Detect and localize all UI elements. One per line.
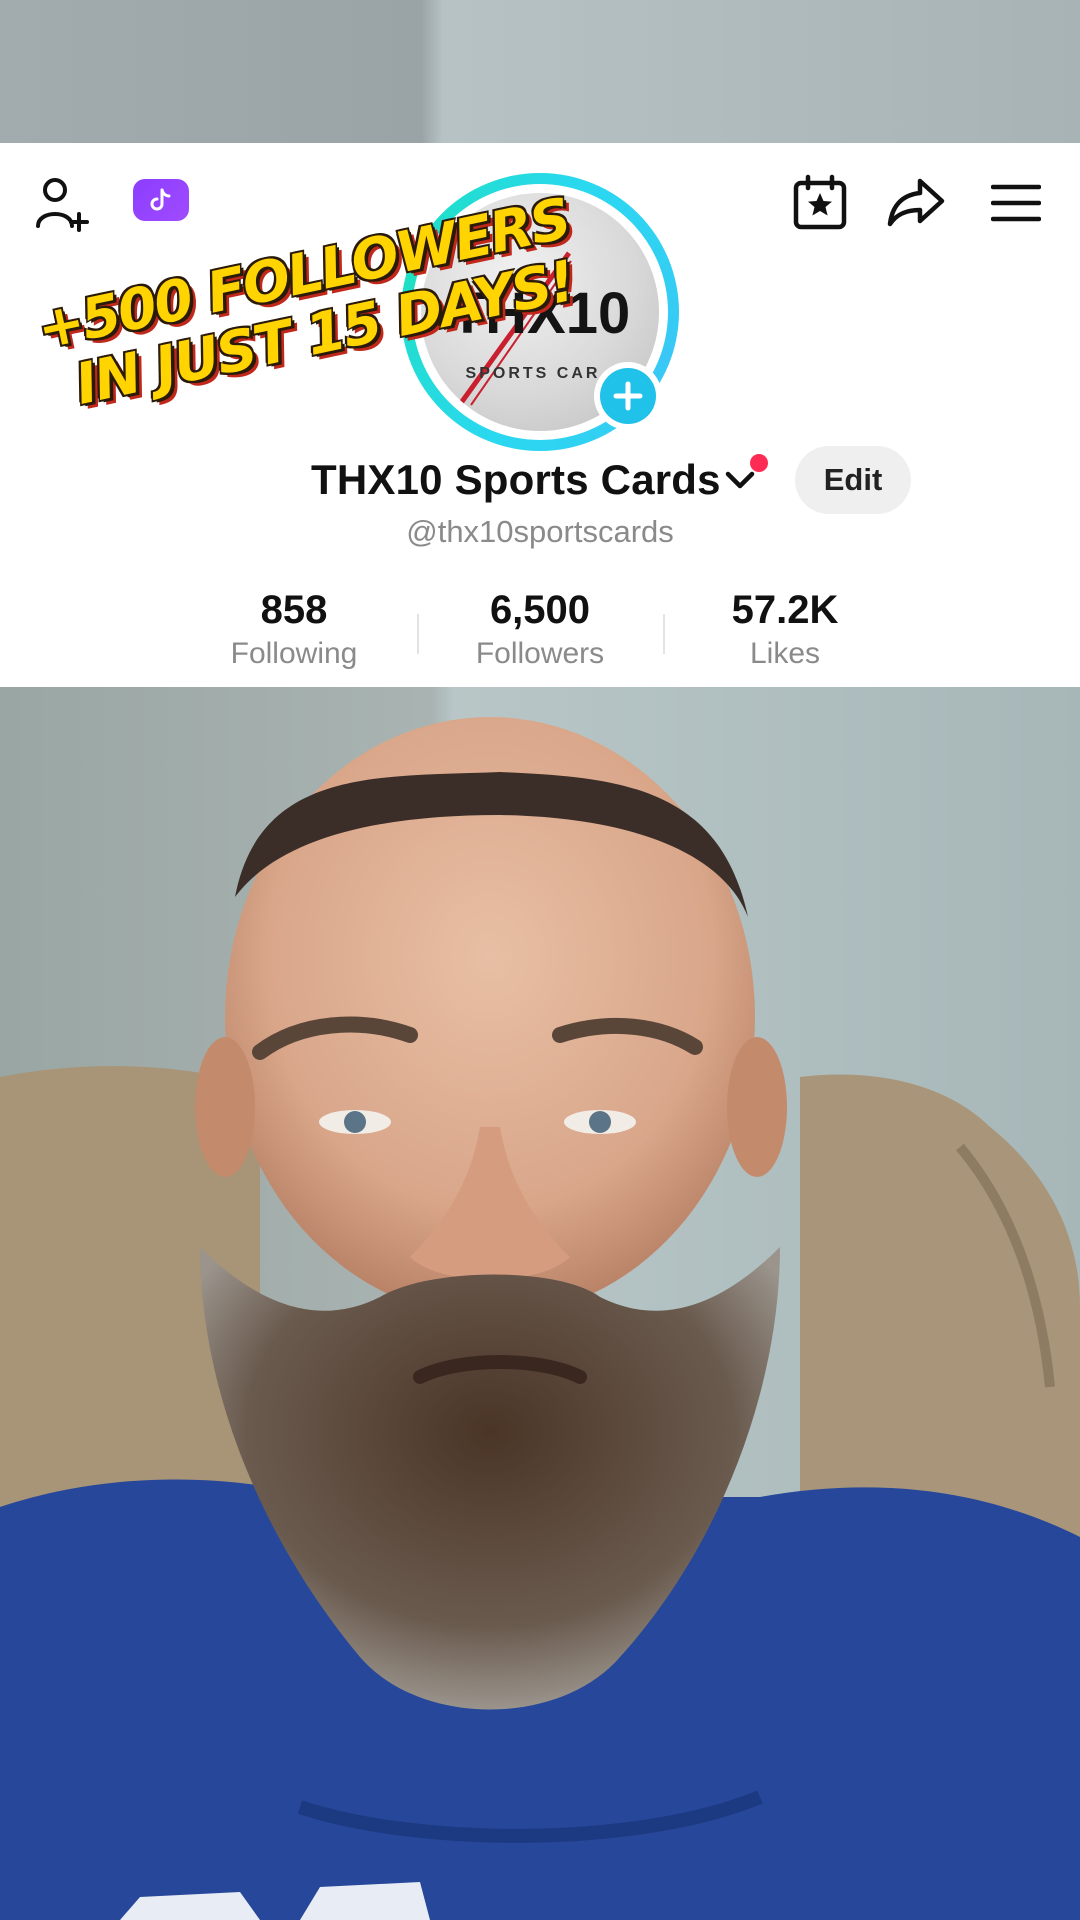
stat-value: 858	[260, 588, 328, 632]
edit-profile-button[interactable]: Edit	[795, 446, 911, 514]
calendar-star-icon[interactable]	[790, 170, 850, 234]
stat-label: Likes	[749, 637, 821, 670]
profile-stats: 858 Following 6,500 Followers 57.2K Like…	[0, 586, 1080, 676]
profile-screenshot: THX10 SPORTS CAR THX10 Sports Cards Edit…	[0, 143, 1080, 687]
share-icon[interactable]	[884, 170, 948, 234]
plus-icon	[613, 381, 643, 411]
stat-label: Following	[230, 637, 358, 670]
stat-value: 6,500	[489, 588, 591, 632]
stat-label: Followers	[475, 637, 605, 670]
add-friend-icon[interactable]	[30, 170, 98, 238]
chevron-down-icon[interactable]	[724, 468, 756, 492]
stat-likes[interactable]: 57.2K Likes	[685, 586, 885, 674]
divider	[663, 614, 665, 654]
tiktok-badge-icon[interactable]	[133, 179, 189, 221]
username: @thx10sportscards	[406, 514, 674, 549]
add-story-button[interactable]	[594, 362, 662, 430]
display-name[interactable]: THX10 Sports Cards	[311, 456, 721, 504]
menu-icon[interactable]	[988, 175, 1044, 231]
video-background-top	[0, 0, 1080, 143]
video-frame	[0, 687, 1080, 1920]
stat-value: 57.2K	[731, 588, 839, 632]
stat-following[interactable]: 858 Following	[194, 586, 394, 674]
divider	[417, 614, 419, 654]
notification-dot	[750, 454, 768, 472]
stat-followers[interactable]: 6,500 Followers	[440, 586, 640, 674]
avatar-logo-subtext: SPORTS CAR	[466, 365, 601, 382]
